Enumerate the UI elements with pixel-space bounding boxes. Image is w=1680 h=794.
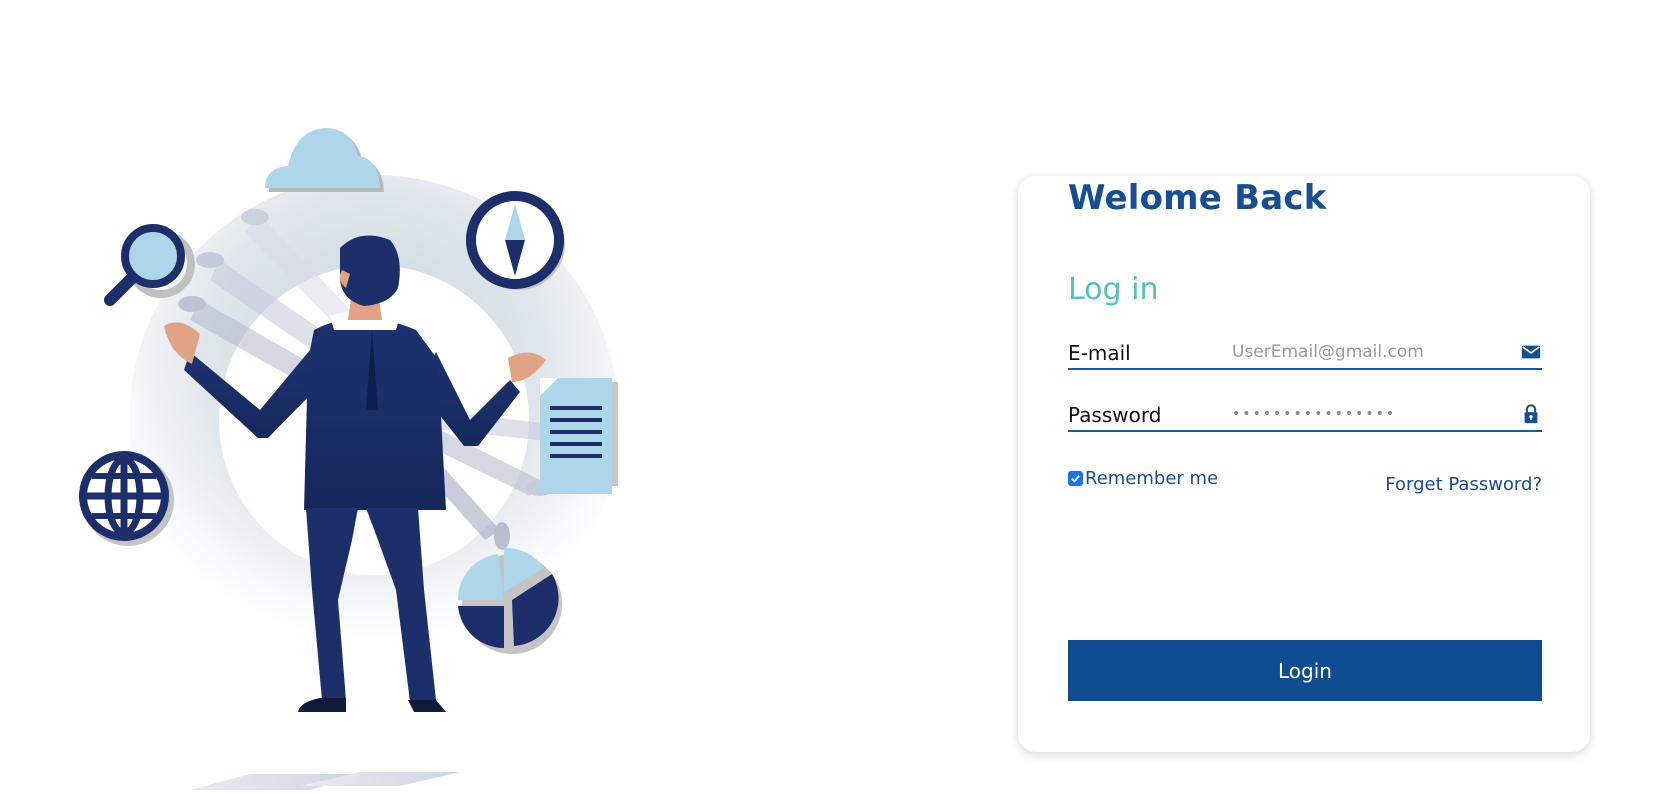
cloud-icon — [265, 128, 384, 192]
login-options: Remember me Forget Password? — [1068, 468, 1542, 504]
floor-shadow — [190, 772, 460, 790]
forgot-password-link[interactable]: Forget Password? — [1385, 474, 1542, 495]
login-page: Welome Back Log in E-mail Password — [0, 0, 1680, 794]
login-title: Log in — [1068, 272, 1159, 307]
businessman-illustration — [79, 128, 619, 790]
compass-icon — [466, 191, 565, 290]
login-button[interactable]: Login — [1068, 640, 1542, 701]
lock-icon — [1524, 404, 1538, 424]
envelope-icon — [1521, 345, 1541, 359]
remember-me-checkbox[interactable]: Remember me — [1068, 468, 1218, 489]
password-label: Password — [1068, 403, 1162, 427]
email-input[interactable] — [1232, 338, 1502, 366]
document-icon — [540, 378, 618, 494]
magnifier-icon — [104, 224, 195, 306]
checkmark-icon — [1071, 475, 1080, 483]
password-field: Password — [1068, 396, 1542, 432]
login-card: Welome Back Log in E-mail Password — [1018, 176, 1590, 752]
welcome-heading: Welome Back — [1068, 178, 1327, 218]
email-label: E-mail — [1068, 341, 1131, 365]
remember-me-label: Remember me — [1085, 468, 1219, 489]
checkbox-checked-icon[interactable] — [1068, 471, 1083, 486]
email-field: E-mail — [1068, 334, 1542, 370]
password-input[interactable] — [1232, 400, 1502, 428]
